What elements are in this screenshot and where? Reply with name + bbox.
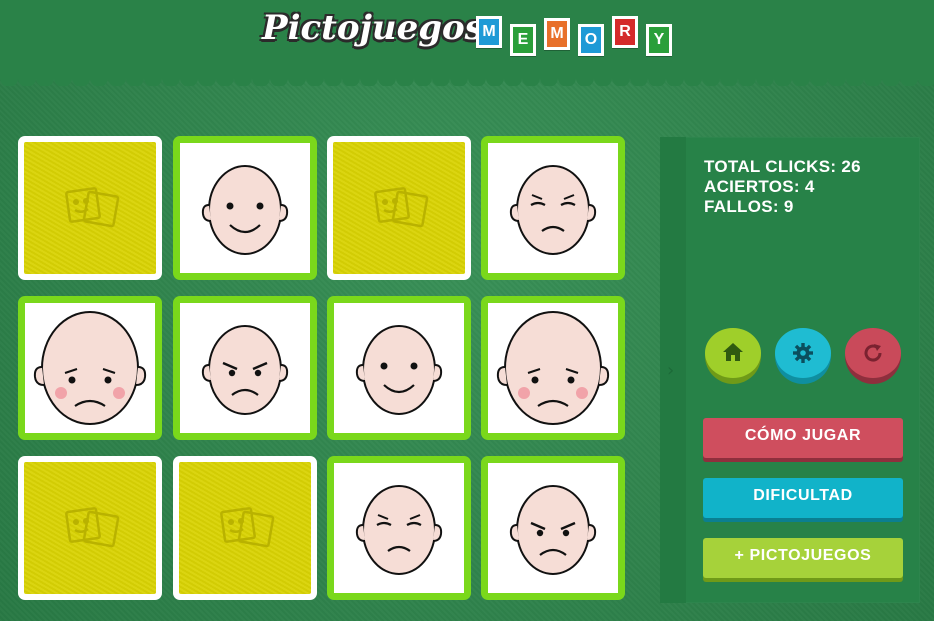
total-clicks: TOTAL CLICKS: 26 (704, 157, 861, 176)
memory-card-hidden[interactable] (18, 456, 162, 600)
memory-card-revealed[interactable] (481, 136, 625, 280)
mas-pictojuegos-button[interactable]: + PICTOJUEGOS (703, 538, 903, 578)
memory-letter-tile: R (612, 16, 638, 48)
restart-icon (864, 344, 882, 362)
memory-letter-tile: O (578, 24, 604, 56)
card-back (179, 462, 311, 594)
aciertos-count: ACIERTOS: 4 (704, 177, 815, 196)
pictogram-logo-icon (220, 507, 275, 548)
settings-button[interactable] (775, 328, 831, 384)
wincing-face-icon (509, 165, 597, 255)
card-back (24, 462, 156, 594)
memory-letter-tile: M (544, 18, 570, 50)
memory-card-revealed[interactable] (327, 456, 471, 600)
fallos-count: FALLOS: 9 (704, 197, 794, 216)
memory-card-revealed[interactable] (173, 136, 317, 280)
memory-card-revealed[interactable] (173, 296, 317, 440)
gear-icon (793, 343, 813, 363)
pictogram-logo-icon (374, 187, 429, 228)
memory-card-hidden[interactable] (18, 136, 162, 280)
sad-blushing-face-icon (496, 311, 610, 425)
dificultad-button[interactable]: DIFICULTAD (703, 478, 903, 518)
restart-button[interactable] (845, 328, 901, 384)
memory-letter-tile: Y (646, 24, 672, 56)
memory-card-hidden[interactable] (327, 136, 471, 280)
header-scallop-edge (0, 70, 934, 86)
pictojuegos-logo[interactable]: Pictojuegos (262, 8, 484, 48)
memory-logo: M E M O R Y (474, 16, 684, 66)
dificultad-label: DIFICULTAD (753, 487, 853, 504)
card-back (24, 142, 156, 274)
angry-face-icon (509, 485, 597, 575)
como-jugar-button[interactable]: CÓMO JUGAR (703, 418, 903, 458)
happy-face-icon (355, 325, 443, 415)
home-icon (723, 343, 743, 361)
angry-face-icon (201, 325, 289, 415)
sad-blushing-face-icon (33, 311, 147, 425)
pictogram-logo-icon (65, 187, 120, 228)
memory-card-revealed[interactable] (481, 296, 625, 440)
happy-face-icon (201, 165, 289, 255)
memory-card-hidden[interactable] (173, 456, 317, 600)
memory-card-revealed[interactable] (327, 296, 471, 440)
home-button[interactable] (705, 328, 761, 384)
wincing-face-icon (355, 485, 443, 575)
memory-letter-tile: M (476, 16, 502, 48)
card-back (333, 142, 465, 274)
score-stats: TOTAL CLICKS: 26 ACIERTOS: 4 FALLOS: 9 (704, 157, 861, 217)
como-jugar-label: CÓMO JUGAR (744, 427, 862, 444)
memory-letter-tile: E (510, 24, 536, 56)
memory-card-revealed[interactable] (481, 456, 625, 600)
pictogram-logo-icon (65, 507, 120, 548)
chevron-right-icon: › (667, 360, 675, 381)
mas-pictojuegos-label: + PICTOJUEGOS (734, 547, 872, 564)
memory-card-revealed[interactable] (18, 296, 162, 440)
